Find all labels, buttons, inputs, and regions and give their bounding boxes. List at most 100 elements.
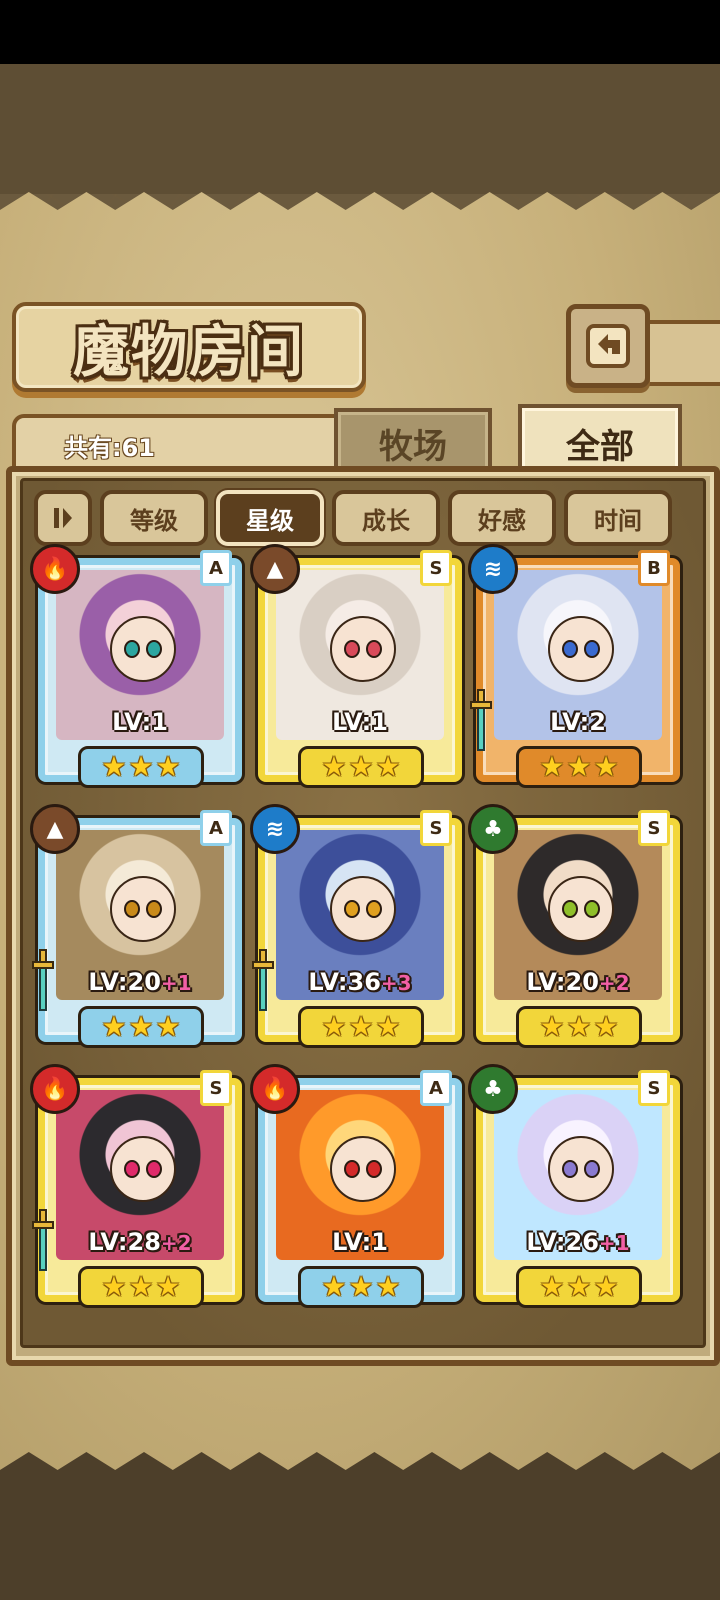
level-bonus: +2 <box>598 971 630 995</box>
star-icon: ★ <box>128 1270 154 1303</box>
sword-icon <box>470 689 492 751</box>
monster-card[interactable]: S 🔥 LV:28+2 ★ ★ ★ <box>30 1064 242 1308</box>
water-element-icon: ≋ <box>250 804 300 854</box>
star-icon: ★ <box>155 1270 181 1303</box>
water-element-icon: ≋ <box>468 544 518 594</box>
star-rating: ★ ★ ★ <box>298 746 424 788</box>
monster-level: LV:1 <box>276 708 444 736</box>
star-icon: ★ <box>321 750 347 783</box>
rarity-badge: S <box>420 550 452 586</box>
monster-level: LV:1 <box>56 708 224 736</box>
monster-card[interactable]: A ▲ LV:20+1 ★ ★ ★ <box>30 804 242 1048</box>
monster-eye <box>344 640 360 658</box>
sort-level-label: 等级 <box>130 505 178 535</box>
sort-order-toggle[interactable] <box>34 490 92 546</box>
star-icon: ★ <box>593 1010 619 1043</box>
rarity-badge: S <box>420 810 452 846</box>
level-text: LV:1 <box>332 708 388 736</box>
monster-card[interactable]: A 🔥 LV:1 ★ ★ ★ <box>250 1064 462 1308</box>
level-text: LV:1 <box>332 1228 388 1256</box>
sort-time-button[interactable]: 时间 <box>564 490 672 546</box>
back-arrow-icon <box>586 324 630 368</box>
page-title: 魔物房间 <box>73 318 305 385</box>
sort-growth-label: 成长 <box>362 505 410 535</box>
sort-growth-button[interactable]: 成长 <box>332 490 440 546</box>
rarity-badge: S <box>200 1070 232 1106</box>
sort-level-button[interactable]: 等级 <box>100 490 208 546</box>
star-icon: ★ <box>566 1010 592 1043</box>
star-icon: ★ <box>375 1270 401 1303</box>
star-rating: ★ ★ ★ <box>78 746 204 788</box>
level-bonus: +1 <box>160 971 192 995</box>
star-icon: ★ <box>566 1270 592 1303</box>
star-icon: ★ <box>566 750 592 783</box>
fire-element-icon: 🔥 <box>250 1064 300 1114</box>
monster-face <box>110 876 176 942</box>
monster-level: LV:36+3 <box>276 968 444 996</box>
monster-eye <box>584 1160 600 1178</box>
star-rating: ★ ★ ★ <box>78 1266 204 1308</box>
rarity-badge: A <box>200 810 232 846</box>
monster-eye <box>344 900 360 918</box>
star-icon: ★ <box>321 1270 347 1303</box>
fire-element-icon: 🔥 <box>30 544 80 594</box>
monster-eye <box>562 900 578 918</box>
star-icon: ★ <box>593 750 619 783</box>
monster-eye <box>366 640 382 658</box>
rarity-badge: S <box>638 810 670 846</box>
monster-eye <box>124 1160 140 1178</box>
status-bar <box>0 0 720 64</box>
monster-level: LV:1 <box>276 1228 444 1256</box>
monster-face <box>330 616 396 682</box>
star-icon: ★ <box>539 1010 565 1043</box>
monster-level: LV:28+2 <box>56 1228 224 1256</box>
rarity-badge: A <box>420 1070 452 1106</box>
monster-eye <box>584 900 600 918</box>
monster-face <box>110 616 176 682</box>
star-rating: ★ ★ ★ <box>516 1266 642 1308</box>
sort-time-label: 时间 <box>594 505 642 535</box>
level-text: LV:36 <box>308 968 381 996</box>
star-icon: ★ <box>155 750 181 783</box>
monster-face <box>548 616 614 682</box>
monster-eye <box>366 1160 382 1178</box>
monster-face <box>110 1136 176 1202</box>
wood-element-icon: ♣ <box>468 1064 518 1114</box>
monster-card[interactable]: A 🔥 LV:1 ★ ★ ★ <box>30 544 242 788</box>
back-button[interactable] <box>566 304 650 388</box>
level-text: LV:20 <box>526 968 599 996</box>
star-icon: ★ <box>375 750 401 783</box>
monster-card[interactable]: S ▲ LV:1 ★ ★ ★ <box>250 544 462 788</box>
star-icon: ★ <box>128 1010 154 1043</box>
monster-level: LV:2 <box>494 708 662 736</box>
star-icon: ★ <box>348 1270 374 1303</box>
sort-affection-button[interactable]: 好感 <box>448 490 556 546</box>
monster-card[interactable]: S ♣ LV:26+1 ★ ★ ★ <box>468 1064 680 1308</box>
title-plate: 魔物房间 <box>12 302 366 392</box>
star-icon: ★ <box>348 1010 374 1043</box>
monster-face <box>548 876 614 942</box>
monster-card[interactable]: S ♣ LV:20+2 ★ ★ ★ <box>468 804 680 1048</box>
star-icon: ★ <box>101 1270 127 1303</box>
monster-card[interactable]: S ≋ LV:36+3 ★ ★ ★ <box>250 804 462 1048</box>
sort-star-button[interactable]: 星级 <box>216 490 324 546</box>
sort-star-label: 星级 <box>246 505 294 535</box>
star-icon: ★ <box>539 750 565 783</box>
sword-icon <box>32 949 54 1011</box>
level-text: LV:20 <box>88 968 161 996</box>
count-bar: 共有:61 <box>12 414 350 470</box>
monster-face <box>330 876 396 942</box>
monster-eye <box>562 1160 578 1178</box>
monster-eye <box>344 1160 360 1178</box>
level-bonus: +1 <box>598 1231 630 1255</box>
monster-eye <box>562 640 578 658</box>
rarity-badge: S <box>638 1070 670 1106</box>
map-top-band <box>0 64 720 194</box>
star-icon: ★ <box>539 1270 565 1303</box>
back-button-rail <box>644 320 720 386</box>
level-text: LV:1 <box>112 708 168 736</box>
monster-eye <box>146 640 162 658</box>
star-rating: ★ ★ ★ <box>78 1006 204 1048</box>
monster-card[interactable]: B ≋ LV:2 ★ ★ ★ <box>468 544 680 788</box>
level-bonus: +3 <box>380 971 412 995</box>
